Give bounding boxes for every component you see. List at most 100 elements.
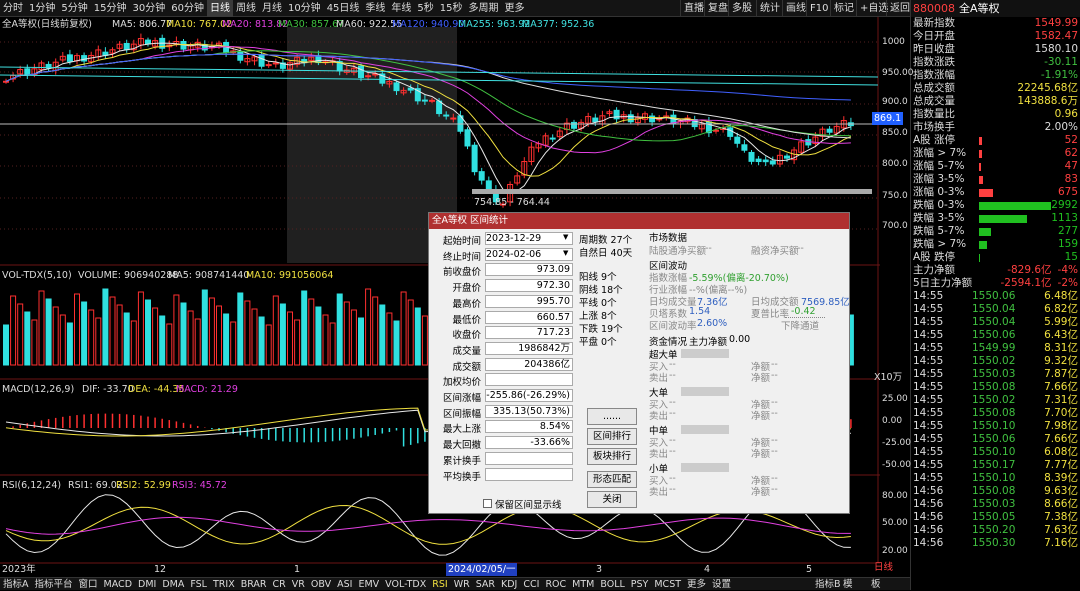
group-redacted-bar xyxy=(681,349,729,358)
timeframe-0[interactable]: 分时 xyxy=(0,0,26,17)
indicator-tab-9[interactable]: CR xyxy=(270,579,289,590)
field-input[interactable]: 204386亿 xyxy=(485,357,573,371)
timeframe-4[interactable]: 30分钟 xyxy=(129,0,168,17)
indicator-tab-16[interactable]: WR xyxy=(451,579,473,590)
indicator-tab-8[interactable]: BRAR xyxy=(238,579,270,590)
indicator-tab-19[interactable]: CCI xyxy=(520,579,542,590)
dropdown-arrow-icon[interactable]: ▼ xyxy=(563,233,568,241)
timeframe-7[interactable]: 周线 xyxy=(233,0,259,17)
field-input[interactable]: -33.66% xyxy=(485,436,573,450)
indicator-tab-10[interactable]: VR xyxy=(289,579,308,590)
field-input[interactable]: 335.13(50.73%) xyxy=(485,404,573,418)
indicator-tab-2[interactable]: 窗口 xyxy=(76,579,101,590)
indicator-tab-12[interactable]: ASI xyxy=(334,579,355,590)
indicator-tab-4[interactable]: DMI xyxy=(135,579,159,590)
timeframe-14[interactable]: 15秒 xyxy=(437,0,466,17)
timeframe-12[interactable]: 年线 xyxy=(388,0,414,17)
indicator-tab-23[interactable]: PSY xyxy=(628,579,652,590)
candle-body xyxy=(265,64,272,67)
toolbar-0[interactable]: 直播 xyxy=(680,0,707,17)
field-input[interactable]: 973.09 xyxy=(485,263,573,277)
timeframe-2[interactable]: 5分钟 xyxy=(58,0,90,17)
indicator-tab-5[interactable]: DMA xyxy=(159,579,187,590)
field-input[interactable]: 972.30 xyxy=(485,279,573,293)
timeframe-8[interactable]: 月线 xyxy=(259,0,285,17)
field-input[interactable]: 2024-02-06 xyxy=(485,247,573,261)
indicator-tab-17[interactable]: SAR xyxy=(473,579,498,590)
timeframe-1[interactable]: 1分钟 xyxy=(26,0,58,17)
indicator-tab-13[interactable]: EMV xyxy=(355,579,382,590)
timeframe-15[interactable]: 多周期 xyxy=(466,0,502,17)
bottom-right-1[interactable]: 模 xyxy=(840,578,856,591)
toolbar-5[interactable]: F10 xyxy=(806,0,831,17)
updown-key: 涨幅 > 7% xyxy=(913,147,967,159)
candle-body xyxy=(769,160,776,165)
stat-7: 平盘 0个 xyxy=(579,337,617,348)
field-input[interactable] xyxy=(485,451,573,465)
toolbar-4[interactable]: 画线 xyxy=(782,0,809,17)
field-input[interactable]: 717.23 xyxy=(485,326,573,340)
dialog-button-0[interactable]: ...... xyxy=(587,408,637,425)
toolbar-6[interactable]: 标记 xyxy=(830,0,857,17)
toolbar-3[interactable]: 统计 xyxy=(756,0,783,17)
quote-row: 最新指数 1549.99 xyxy=(911,17,1080,30)
quote-key: 今日开盘 xyxy=(913,30,955,42)
candle-body xyxy=(421,99,428,102)
indicator-tab-0[interactable]: 指标A xyxy=(0,579,32,590)
field-label: 成交额 xyxy=(452,361,481,373)
price-axis-label: 850.0 xyxy=(882,128,908,138)
index-name: 全A等权 xyxy=(959,2,1000,15)
toolbar-1[interactable]: 复盘 xyxy=(704,0,731,17)
dialog-button-2[interactable]: 板块排行 xyxy=(587,448,637,465)
field-input[interactable] xyxy=(485,467,573,481)
indicator-tab-11[interactable]: OBV xyxy=(308,579,334,590)
timeframe-11[interactable]: 季线 xyxy=(362,0,388,17)
field-label: 成交量 xyxy=(452,345,481,357)
dropdown-arrow-icon[interactable]: ▼ xyxy=(563,249,568,257)
toolbar-8[interactable]: 返回 xyxy=(886,0,913,17)
indicator-tab-24[interactable]: MCST xyxy=(651,579,684,590)
dialog-button-4[interactable]: 关闭 xyxy=(587,491,637,508)
tick-amount: 7.70亿 xyxy=(1044,407,1078,419)
dialog-button-3[interactable]: 形态匹配 xyxy=(587,471,637,488)
checkbox-box[interactable] xyxy=(483,499,492,508)
timeframe-16[interactable]: 更多 xyxy=(502,0,528,17)
timeframe-5[interactable]: 60分钟 xyxy=(168,0,207,17)
indicator-tab-6[interactable]: FSL xyxy=(187,579,210,590)
flow-key: 5日主力净额 xyxy=(913,277,973,289)
indicator-tab-22[interactable]: BOLL xyxy=(597,579,627,590)
timeframe-3[interactable]: 15分钟 xyxy=(91,0,130,17)
field-input[interactable] xyxy=(485,373,573,387)
indicator-tab-1[interactable]: 指标平台 xyxy=(32,579,76,590)
tick-time: 14:55 xyxy=(913,342,944,354)
tick-price: 1550.17 xyxy=(971,459,1016,471)
field-input[interactable]: 995.70 xyxy=(485,294,573,308)
field-input[interactable]: 660.57 xyxy=(485,310,573,324)
indicator-tab-15[interactable]: RSI xyxy=(429,579,450,590)
timeframe-10[interactable]: 45日线 xyxy=(324,0,363,17)
tick-price: 1550.10 xyxy=(971,446,1016,458)
indicator-tab-20[interactable]: ROC xyxy=(542,579,569,590)
timeframe-6[interactable]: 日线 xyxy=(206,0,233,17)
field-input[interactable]: -255.86(-26.29%) xyxy=(485,389,573,402)
field-input[interactable]: 2023-12-29 xyxy=(485,232,573,245)
volume-bar xyxy=(45,298,52,366)
indicator-tab-3[interactable]: MACD xyxy=(101,579,135,590)
indicator-tab-7[interactable]: TRIX xyxy=(210,579,238,590)
field-input[interactable]: 8.54% xyxy=(485,420,573,434)
field-input[interactable]: 1986842万 xyxy=(485,341,573,355)
bottom-right-2[interactable]: 板 xyxy=(868,578,884,591)
indicator-tab-26[interactable]: 设置 xyxy=(709,579,734,590)
macd-axis-label: 0.00 xyxy=(882,416,903,426)
timeframe-13[interactable]: 5秒 xyxy=(414,0,436,17)
vol-unit-label: X10万 xyxy=(874,372,903,383)
indicator-tab-21[interactable]: MTM xyxy=(569,579,597,590)
dialog-button-1[interactable]: 区间排行 xyxy=(587,428,637,445)
beta-value: 1.54 xyxy=(689,306,711,317)
indicator-tab-14[interactable]: VOL-TDX xyxy=(382,579,429,590)
bottom-right-0[interactable]: 指标B xyxy=(812,578,844,591)
timeframe-9[interactable]: 10分钟 xyxy=(285,0,324,17)
indicator-tab-25[interactable]: 更多 xyxy=(684,579,709,590)
toolbar-2[interactable]: 多股 xyxy=(728,0,755,17)
indicator-tab-18[interactable]: KDJ xyxy=(498,579,520,590)
